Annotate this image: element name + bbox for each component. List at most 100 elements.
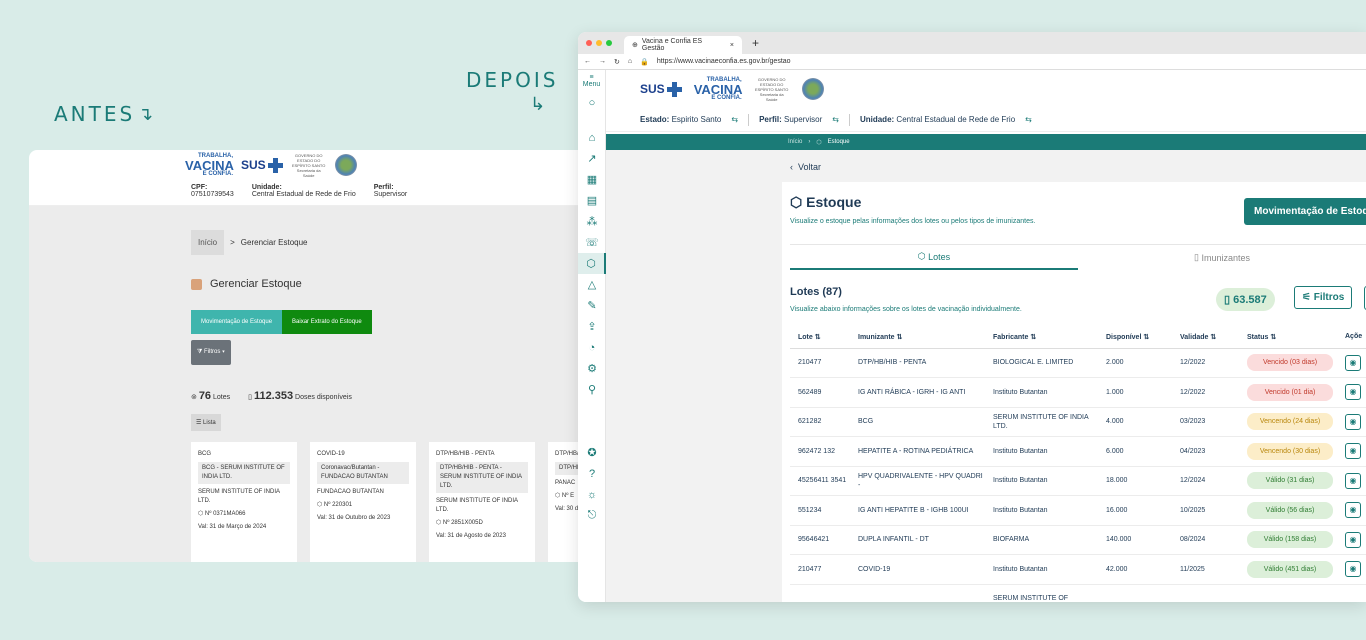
breadcrumb-home[interactable]: Início	[191, 230, 225, 255]
box-icon: ⬡	[790, 194, 807, 210]
cell-lote: 962472 132	[790, 436, 850, 467]
table-row[interactable]: SERUM INSTITUTE OF	[790, 584, 1366, 602]
nav-chart-icon[interactable]: ◔	[578, 337, 606, 358]
view-icon[interactable]: ◉	[1345, 472, 1361, 489]
browser-tab[interactable]: ⊕ Vacina e Confia ES Gestão ×	[624, 36, 742, 54]
minimize-window-icon[interactable]	[596, 40, 602, 46]
logout-icon[interactable]: ⎋	[578, 505, 606, 526]
baixar-extrato-button[interactable]: Baixar Extrato do Estoque	[282, 310, 372, 334]
table-row[interactable]: 551234 IG ANTI HEPATITE B - IGHB 100UI Ins…	[790, 495, 1366, 526]
reload-icon[interactable]: ↻	[614, 58, 620, 66]
column-header[interactable]: Disponível ⇅	[1098, 326, 1172, 349]
accessibility-icon[interactable]: ✪	[578, 442, 606, 463]
lot-card[interactable]: DTP/HB/HIB - PENTA DTP/HB/HIB - PENTA - S…	[429, 442, 535, 562]
lot-card[interactable]: COVID-19 Coronavac/Butantan - FUNDACAO BU…	[310, 442, 416, 562]
view-icon[interactable]: ◉	[1345, 413, 1361, 430]
nav-network-icon[interactable]: ⁂	[578, 211, 606, 232]
home-icon[interactable]: ⌂	[628, 58, 632, 65]
view-icon[interactable]: ◉	[1345, 531, 1361, 548]
view-icon[interactable]: ◉	[1345, 443, 1361, 460]
hamburger-icon: ≡	[589, 74, 594, 81]
table-row[interactable]: 562489 IG ANTI RÁBICA - IGRH - IG ANTI Ins…	[790, 377, 1366, 408]
column-header[interactable]: Fabricante ⇅	[985, 326, 1098, 349]
box-icon: ⬡	[317, 502, 324, 508]
column-header[interactable]: Validade ⇅	[1172, 326, 1239, 349]
movimentacao-button[interactable]: Movimentação de Estoque	[1244, 198, 1366, 225]
nav-home-icon[interactable]: ⌂	[578, 127, 606, 148]
nav-stock-icon[interactable]: ⬡	[578, 253, 606, 274]
view-icon[interactable]: ◉	[1345, 354, 1361, 371]
view-icon[interactable]: ◉	[1345, 384, 1361, 401]
cell-lote: 551234	[790, 495, 850, 526]
maximize-window-icon[interactable]	[606, 40, 612, 46]
lot-card[interactable]: BCG BCG - SERUM INSTITUTE OF INDIA LTD. SE…	[191, 442, 297, 562]
switch-unidade-icon[interactable]: ⇆	[1025, 115, 1032, 124]
close-tab-icon[interactable]: ×	[730, 42, 734, 49]
cell-imunizante: COVID-19	[850, 554, 985, 585]
tab-imunizantes[interactable]: ▯ Imunizantes	[1078, 245, 1366, 270]
status-badge: Vencendo (30 dias)	[1247, 442, 1333, 460]
nav-settings-icon[interactable]: ⚙	[578, 358, 606, 379]
nav-share-icon[interactable]: ↗	[578, 148, 606, 169]
close-window-icon[interactable]	[586, 40, 592, 46]
theme-icon[interactable]: ☼	[578, 484, 606, 505]
voltar-link[interactable]: ‹ Voltar	[790, 162, 821, 172]
filter-icon: ⧩	[197, 349, 205, 355]
arrow-down-icon: ↴	[138, 104, 154, 125]
nav-alert-icon[interactable]: △	[578, 274, 606, 295]
column-header[interactable]: Status ⇅	[1239, 326, 1337, 349]
lista-button[interactable]: ☰ Lista	[191, 414, 221, 431]
table-row[interactable]: 210477 COVID-19 Instituto Butantan 42.000 11…	[790, 554, 1366, 585]
nav-phone-icon[interactable]: ☏	[578, 232, 606, 253]
column-header[interactable]: Lote ⇅	[790, 326, 850, 349]
nav-upload-icon[interactable]: ⇪	[578, 316, 606, 337]
nav-calendar2-icon[interactable]: ▤	[578, 190, 606, 211]
nav-pin-icon[interactable]: ⚲	[578, 379, 606, 400]
menu-button[interactable]: ≡ Menu	[578, 70, 605, 88]
globe-icon: ⊕	[632, 42, 638, 49]
cell-fabricante: Instituto Butantan	[985, 554, 1098, 585]
search-icon[interactable]: ○	[578, 92, 606, 113]
cell-acoes: ◉	[1337, 466, 1366, 496]
column-header[interactable]: Açõe	[1337, 326, 1366, 349]
switch-estado-icon[interactable]: ⇆	[731, 115, 738, 124]
view-icon[interactable]: ◉	[1345, 502, 1361, 519]
nav-calendar-icon[interactable]: ▦	[578, 169, 606, 190]
vacina-logo: TRABALHA, VACINA E CONFIA.	[693, 76, 743, 101]
url-text[interactable]: https://www.vacinaeconfia.es.gov.br/gest…	[657, 58, 791, 65]
box-icon: ⊚	[191, 394, 199, 401]
table-row[interactable]: 962472 132 HEPATITE A - ROTINA PEDIÁTRICA…	[790, 436, 1366, 467]
movimentacao-button[interactable]: Movimentação de Estoque	[191, 310, 283, 334]
card-manufacturer: SERUM INSTITUTE OF INDIA LTD.	[436, 498, 518, 513]
box-icon: ⬡	[198, 511, 205, 517]
tab-lotes[interactable]: ⬡ Lotes	[790, 245, 1078, 270]
table-row[interactable]: 45256411 3541 HPV QUADRIVALENTE - HPV QUA…	[790, 466, 1366, 496]
table-row[interactable]: 621282 BCG SERUM INSTITUTE OF INDIA LTD. 4.…	[790, 407, 1366, 437]
forward-icon[interactable]: →	[599, 58, 606, 65]
new-tab-icon[interactable]: +	[752, 36, 759, 50]
help-icon[interactable]: ?	[578, 463, 606, 484]
switch-perfil-icon[interactable]: ⇆	[832, 115, 839, 124]
table-row[interactable]: 95646421 DUPLA INFANTIL - DT BIOFARMA 140.0…	[790, 525, 1366, 555]
vacina-logo: TRABALHA, VACINA E CONFIA.	[185, 152, 234, 177]
address-bar[interactable]: ← → ↻ ⌂ 🔒 https://www.vacinaeconfia.es.gov.br…	[578, 54, 1366, 70]
cell-validade: 11/2025	[1172, 554, 1239, 585]
view-icon[interactable]: ◉	[1345, 561, 1361, 578]
table-row[interactable]: 210477 DTP/HB/HIB - PENTA BIOLOGICAL E. LI…	[790, 348, 1366, 378]
page-subtitle: Visualize o estoque pelas informações do…	[790, 218, 1036, 225]
sort-icon: ⇅	[1210, 333, 1217, 341]
sort-icon: ⇅	[1143, 333, 1150, 341]
cell-status	[1239, 584, 1337, 602]
cell-validade: 12/2024	[1172, 466, 1239, 496]
filtros-button[interactable]: ⧩ Filtros ▾	[191, 340, 231, 365]
column-header[interactable]: Imunizante ⇅	[850, 326, 985, 349]
cell-acoes: ◉	[1337, 348, 1366, 378]
nav-edit-icon[interactable]: ✎	[578, 295, 606, 316]
browser-window: ⊕ Vacina e Confia ES Gestão × + ← → ↻ ⌂ 🔒 https…	[578, 32, 1366, 602]
card-type: BCG	[198, 451, 212, 457]
cell-imunizante	[850, 584, 985, 602]
breadcrumb-home[interactable]: Início	[788, 139, 802, 145]
cell-disponivel	[1098, 584, 1172, 602]
back-icon[interactable]: ←	[584, 58, 591, 65]
filtros-button[interactable]: ⚟ Filtros	[1294, 286, 1353, 309]
